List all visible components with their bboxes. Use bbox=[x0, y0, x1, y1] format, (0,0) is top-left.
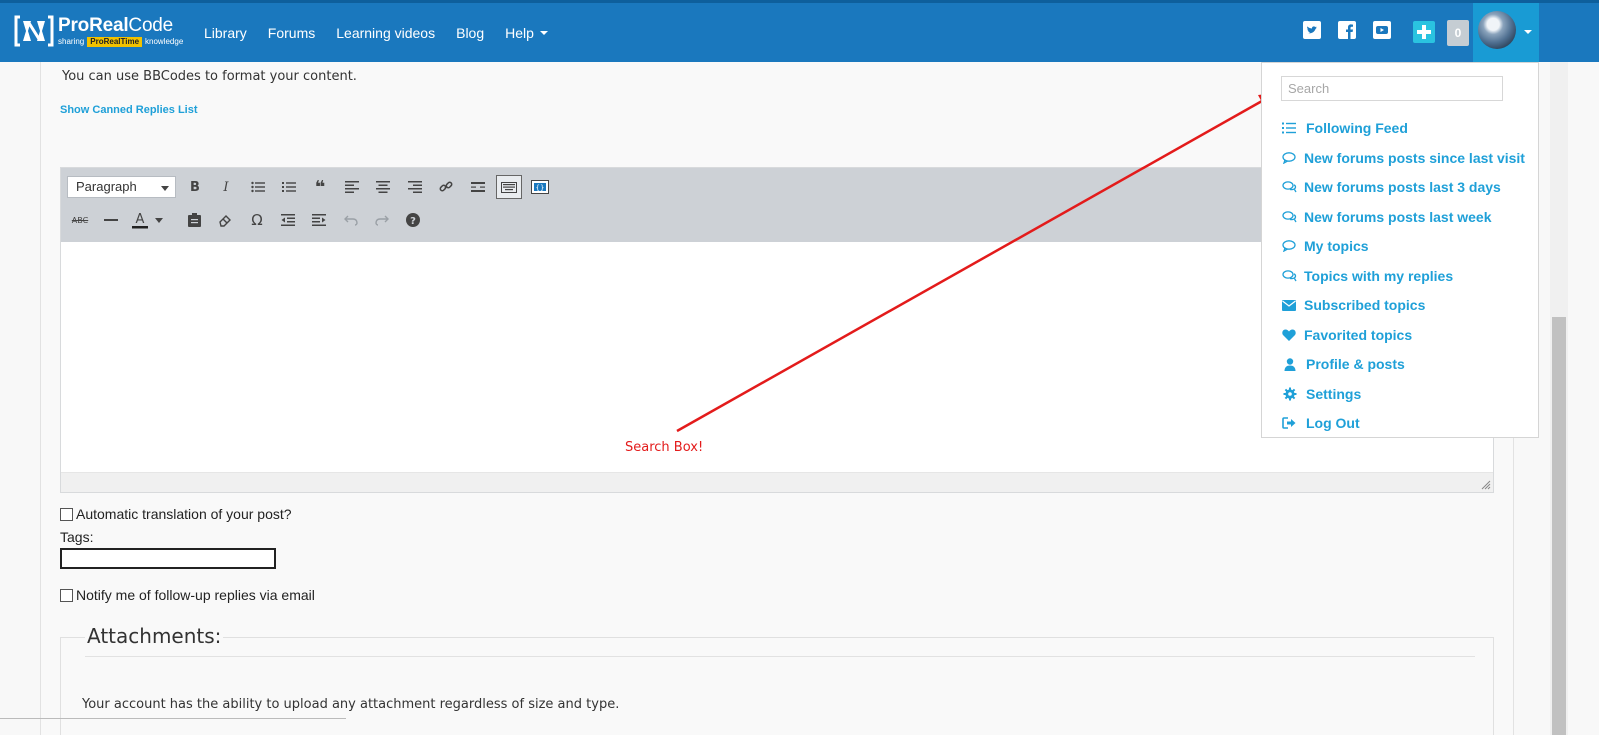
menu-item-following-feed[interactable]: Following Feed bbox=[1282, 120, 1408, 136]
nav-help[interactable]: Help bbox=[505, 25, 548, 41]
undo-icon[interactable] bbox=[338, 208, 364, 232]
keyboard-icon[interactable] bbox=[496, 175, 522, 199]
menu-item-favorited-topics[interactable]: Favorited topics bbox=[1282, 327, 1412, 343]
format-select[interactable]: Paragraph bbox=[67, 176, 176, 198]
italic-icon[interactable]: I bbox=[213, 175, 239, 199]
nav-blog[interactable]: Blog bbox=[456, 25, 484, 41]
comment-icon bbox=[1282, 238, 1302, 254]
chevron-down-icon bbox=[1524, 30, 1532, 34]
comments-icon bbox=[1282, 268, 1302, 284]
auto-translate-label: Automatic translation of your post? bbox=[76, 506, 292, 522]
envelope-icon bbox=[1282, 297, 1302, 313]
align-center-icon[interactable] bbox=[370, 175, 396, 199]
bbcode-note: You can use BBCodes to format your conte… bbox=[62, 69, 357, 84]
canned-replies-link[interactable]: Show Canned Replies List bbox=[60, 104, 198, 116]
align-left-icon[interactable] bbox=[339, 175, 365, 199]
logo-title: ProRealCode bbox=[58, 14, 174, 36]
menu-item-new-posts-since-last-visit[interactable]: New forums posts since last visit bbox=[1282, 150, 1525, 166]
help-icon[interactable]: ? bbox=[400, 208, 426, 232]
menu-item-new-posts-last-3-days[interactable]: New forums posts last 3 days bbox=[1282, 179, 1501, 195]
chevron-down-icon bbox=[539, 30, 548, 35]
sign-out-icon bbox=[1282, 415, 1302, 431]
menu-item-settings[interactable]: Settings bbox=[1282, 386, 1361, 402]
menu-item-log-out[interactable]: Log Out bbox=[1282, 415, 1360, 431]
horizontal-line-icon[interactable] bbox=[98, 208, 124, 232]
youtube-icon[interactable] bbox=[1373, 21, 1391, 39]
resize-handle-icon bbox=[1481, 480, 1491, 490]
bbcode-icon[interactable]: {} bbox=[527, 175, 553, 199]
editor-status-bar bbox=[61, 472, 1493, 492]
comments-icon bbox=[1282, 209, 1302, 225]
facebook-icon[interactable] bbox=[1338, 21, 1356, 39]
menu-item-subscribed-topics[interactable]: Subscribed topics bbox=[1282, 297, 1425, 313]
eraser-icon[interactable] bbox=[212, 208, 238, 232]
outdent-icon[interactable] bbox=[275, 208, 301, 232]
user-dropdown-menu: Following Feed New forums posts since la… bbox=[1261, 62, 1539, 438]
indent-icon[interactable] bbox=[306, 208, 332, 232]
nav-forums[interactable]: Forums bbox=[268, 25, 315, 41]
menu-item-topics-with-my-replies[interactable]: Topics with my replies bbox=[1282, 268, 1453, 284]
divider bbox=[0, 718, 346, 719]
blockquote-icon[interactable]: ❝ bbox=[307, 175, 333, 199]
attachments-title: Attachments: bbox=[85, 624, 224, 648]
notification-count-badge[interactable]: 0 bbox=[1447, 20, 1469, 46]
paste-icon[interactable] bbox=[181, 208, 207, 232]
numbered-list-icon[interactable] bbox=[276, 175, 302, 199]
svg-text:A: A bbox=[136, 212, 145, 227]
omega-icon[interactable]: Ω bbox=[244, 208, 270, 232]
page-scrollbar[interactable] bbox=[1550, 62, 1568, 735]
link-icon[interactable] bbox=[433, 175, 459, 199]
site-logo[interactable]: ProRealCode sharing ProRealTime knowledge bbox=[14, 13, 183, 49]
user-icon bbox=[1282, 356, 1302, 372]
notify-checkbox[interactable] bbox=[60, 588, 73, 602]
tags-input[interactable] bbox=[60, 548, 276, 569]
attachments-note: Your account has the ability to upload a… bbox=[82, 697, 620, 712]
svg-text:?: ? bbox=[410, 216, 416, 227]
menu-item-my-topics[interactable]: My topics bbox=[1282, 238, 1369, 254]
logo-tagline: sharing ProRealTime knowledge bbox=[58, 36, 184, 47]
chevron-down-icon bbox=[161, 186, 169, 191]
list-icon bbox=[1282, 120, 1302, 136]
scrollbar-thumb[interactable] bbox=[1552, 317, 1566, 735]
redo-icon[interactable] bbox=[369, 208, 395, 232]
notify-label: Notify me of follow-up replies via email bbox=[76, 587, 315, 603]
menu-item-new-posts-last-week[interactable]: New forums posts last week bbox=[1282, 209, 1492, 225]
menu-item-profile-posts[interactable]: Profile & posts bbox=[1282, 356, 1405, 372]
divider bbox=[85, 656, 1475, 657]
tags-label: Tags: bbox=[60, 529, 94, 545]
nav-library[interactable]: Library bbox=[204, 25, 247, 41]
attachments-fieldset bbox=[60, 637, 1494, 735]
plus-icon bbox=[1417, 25, 1431, 39]
annotation-label: Search Box! bbox=[625, 440, 704, 455]
strikethrough-icon[interactable]: ABC bbox=[67, 208, 93, 232]
twitter-icon[interactable] bbox=[1303, 21, 1321, 39]
gear-icon bbox=[1282, 386, 1302, 402]
svg-text:{}: {} bbox=[536, 184, 545, 192]
comments-icon bbox=[1282, 179, 1302, 195]
user-menu-toggle[interactable] bbox=[1473, 3, 1539, 62]
nav-learning-videos[interactable]: Learning videos bbox=[336, 25, 435, 41]
top-navbar: ProRealCode sharing ProRealTime knowledge … bbox=[0, 0, 1599, 62]
align-right-icon[interactable] bbox=[402, 175, 428, 199]
notify-row: Notify me of follow-up replies via email bbox=[60, 587, 315, 603]
auto-translate-row: Automatic translation of your post? bbox=[60, 506, 292, 522]
search-input[interactable] bbox=[1281, 76, 1503, 101]
avatar bbox=[1478, 11, 1516, 49]
bold-icon[interactable]: B bbox=[182, 175, 208, 199]
text-color-icon[interactable]: A bbox=[130, 208, 150, 232]
chevron-down-icon[interactable] bbox=[153, 208, 165, 232]
heart-icon bbox=[1282, 327, 1302, 343]
main-nav: Library Forums Learning videos Blog Help bbox=[204, 3, 569, 62]
logo-mark-icon bbox=[14, 13, 54, 49]
read-more-icon[interactable] bbox=[465, 175, 491, 199]
bullet-list-icon[interactable] bbox=[245, 175, 271, 199]
auto-translate-checkbox[interactable] bbox=[60, 507, 73, 521]
add-button[interactable] bbox=[1413, 21, 1435, 43]
comment-icon bbox=[1282, 150, 1302, 166]
